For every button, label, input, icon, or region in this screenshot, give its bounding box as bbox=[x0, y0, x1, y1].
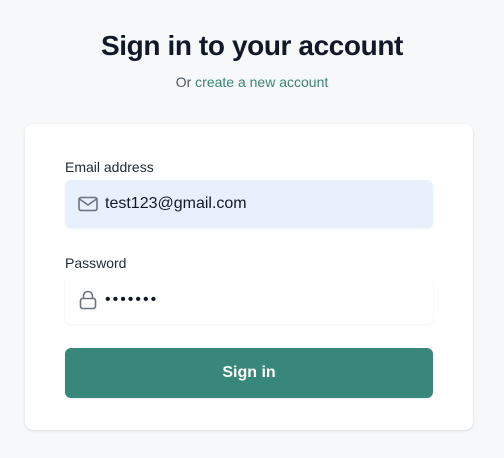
lock-icon bbox=[77, 289, 99, 311]
page-title: Sign in to your account bbox=[101, 30, 403, 61]
email-input[interactable] bbox=[105, 195, 405, 213]
email-field[interactable] bbox=[65, 180, 433, 228]
password-field[interactable] bbox=[65, 276, 433, 324]
subtitle-prefix: Or bbox=[175, 74, 192, 90]
email-label: Email address bbox=[65, 159, 154, 175]
mail-icon bbox=[77, 193, 99, 215]
sign-in-page: Sign in to your account Or create a new … bbox=[0, 0, 504, 458]
password-input[interactable] bbox=[105, 291, 405, 309]
password-label: Password bbox=[65, 255, 127, 271]
sign-in-card: Email address Password Sign in bbox=[25, 124, 473, 430]
page-subtitle: Or create a new account bbox=[0, 73, 504, 91]
sign-in-button[interactable]: Sign in bbox=[65, 348, 433, 398]
create-account-link[interactable]: create a new account bbox=[195, 74, 328, 90]
